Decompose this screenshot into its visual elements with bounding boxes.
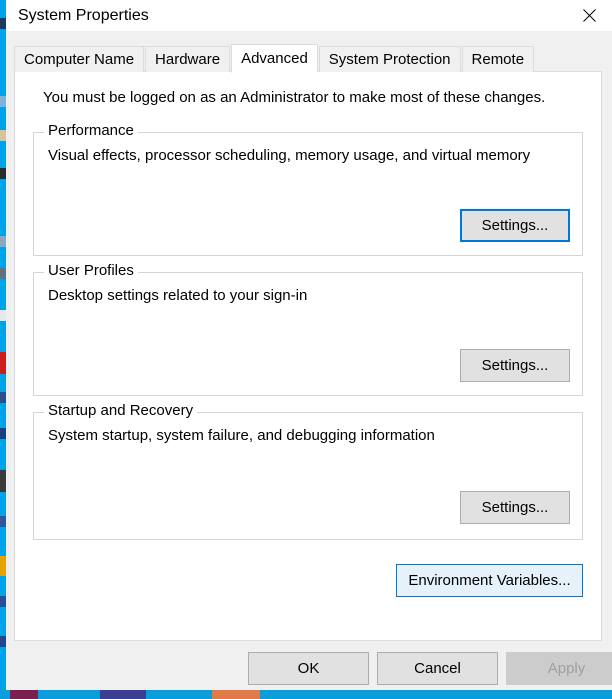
user-profiles-group-title: User Profiles xyxy=(44,262,138,279)
ok-button[interactable]: OK xyxy=(248,652,369,685)
performance-description: Visual effects, processor scheduling, me… xyxy=(48,147,531,164)
performance-group-title: Performance xyxy=(44,122,138,139)
tab-remote[interactable]: Remote xyxy=(461,46,535,72)
apply-button: Apply xyxy=(506,652,612,685)
tab-advanced[interactable]: Advanced xyxy=(231,44,318,73)
environment-variables-button[interactable]: Environment Variables... xyxy=(396,564,583,597)
startup-recovery-group-title: Startup and Recovery xyxy=(44,402,198,419)
startup-recovery-settings-button[interactable]: Settings... xyxy=(460,491,570,524)
tab-hardware[interactable]: Hardware xyxy=(145,46,231,72)
tab-system-protection[interactable]: System Protection xyxy=(318,46,461,72)
user-profiles-description: Desktop settings related to your sign-in xyxy=(48,287,308,304)
title-bar: System Properties xyxy=(6,0,612,31)
performance-settings-button[interactable]: Settings... xyxy=(460,209,570,242)
tab-computer-name[interactable]: Computer Name xyxy=(14,46,145,72)
system-properties-dialog: System Properties Computer Name Hardware… xyxy=(6,0,612,690)
administrator-note: You must be logged on as an Administrato… xyxy=(43,89,546,106)
tab-strip: Computer Name Hardware Advanced System P… xyxy=(14,43,535,73)
close-x-icon xyxy=(582,8,596,22)
close-icon[interactable] xyxy=(566,0,612,30)
startup-recovery-description: System startup, system failure, and debu… xyxy=(48,427,435,444)
user-profiles-group: User Profiles Desktop settings related t… xyxy=(33,262,583,396)
performance-group: Performance Visual effects, processor sc… xyxy=(33,122,583,256)
cancel-button[interactable]: Cancel xyxy=(377,652,498,685)
advanced-tab-panel: You must be logged on as an Administrato… xyxy=(14,71,602,641)
user-profiles-settings-button[interactable]: Settings... xyxy=(460,349,570,382)
startup-recovery-group: Startup and Recovery System startup, sys… xyxy=(33,402,583,540)
window-title: System Properties xyxy=(18,7,149,24)
